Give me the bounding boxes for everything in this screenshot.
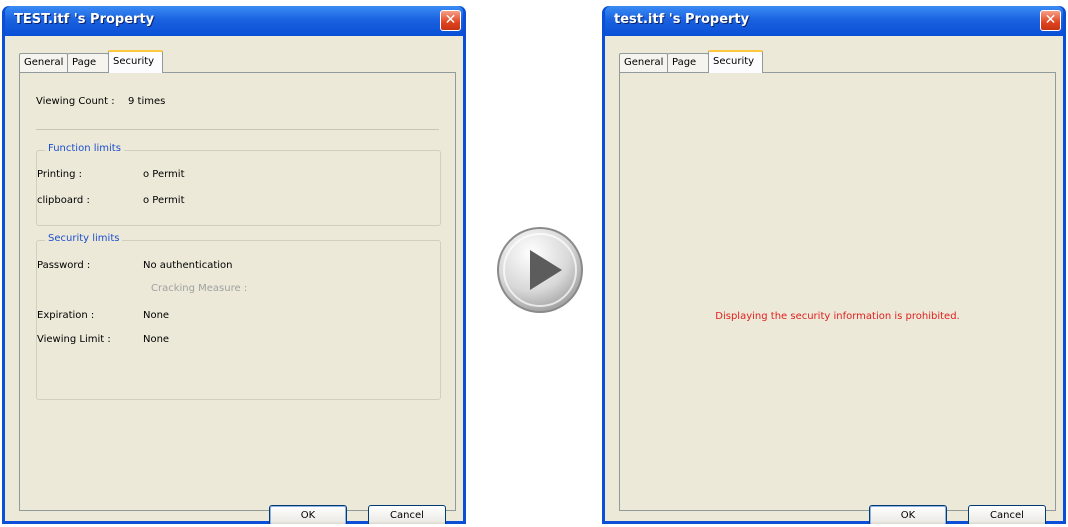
function-limits-legend: Function limits — [45, 143, 124, 154]
expiration-label: Expiration : — [37, 310, 95, 321]
viewing-limit-value: None — [143, 334, 170, 345]
function-limits-group: Function limits Printing : o Permit clip… — [36, 143, 441, 226]
tab-security[interactable]: Security — [108, 50, 163, 73]
property-dialog-right: test.itf 's Property ✕ General Page Secu… — [602, 6, 1066, 524]
property-dialog-left: TEST.itf 's Property ✕ General Page Secu… — [2, 6, 466, 524]
divider — [36, 129, 439, 130]
printing-label: Printing : — [37, 169, 83, 180]
title-bar[interactable]: TEST.itf 's Property ✕ — [5, 6, 463, 36]
tab-page[interactable]: Page — [667, 53, 709, 72]
close-icon: ✕ — [1044, 12, 1057, 28]
close-button[interactable]: ✕ — [440, 10, 461, 31]
dialog-client-area: General Page Security Displaying the sec… — [605, 36, 1063, 524]
password-value: No authentication — [143, 260, 233, 271]
cracking-measure-label: Cracking Measure : — [151, 283, 248, 294]
password-label: Password : — [37, 260, 91, 271]
expiration-value: None — [143, 310, 170, 321]
security-limits-legend: Security limits — [45, 233, 123, 244]
title-bar[interactable]: test.itf 's Property ✕ — [605, 6, 1063, 36]
cancel-button[interactable]: Cancel — [968, 505, 1046, 524]
tab-security[interactable]: Security — [708, 50, 763, 73]
security-panel: Displaying the security information is p… — [619, 72, 1056, 511]
close-icon: ✕ — [444, 12, 457, 28]
tab-page[interactable]: Page — [67, 53, 109, 72]
tab-general[interactable]: General — [619, 53, 668, 72]
dialog-client-area: General Page Security Viewing Count : 9 … — [5, 36, 463, 524]
ok-button[interactable]: OK — [269, 505, 347, 524]
window-title: test.itf 's Property — [614, 12, 750, 27]
security-panel: Viewing Count : 9 times Function limits … — [19, 72, 456, 511]
ok-button[interactable]: OK — [869, 505, 947, 524]
cancel-button[interactable]: Cancel — [368, 505, 446, 524]
window-title: TEST.itf 's Property — [14, 12, 155, 27]
play-icon — [497, 227, 583, 313]
security-limits-group: Security limits Password : No authentica… — [36, 233, 441, 400]
clipboard-value: o Permit — [143, 195, 185, 206]
close-button[interactable]: ✕ — [1040, 10, 1061, 31]
tab-general[interactable]: General — [19, 53, 68, 72]
viewing-limit-label: Viewing Limit : — [37, 334, 111, 345]
clipboard-label: clipboard : — [37, 195, 90, 206]
viewing-count-label: Viewing Count : — [36, 96, 115, 107]
printing-value: o Permit — [143, 169, 185, 180]
prohibited-message: Displaying the security information is p… — [715, 311, 960, 322]
viewing-count-value: 9 times — [128, 96, 166, 107]
